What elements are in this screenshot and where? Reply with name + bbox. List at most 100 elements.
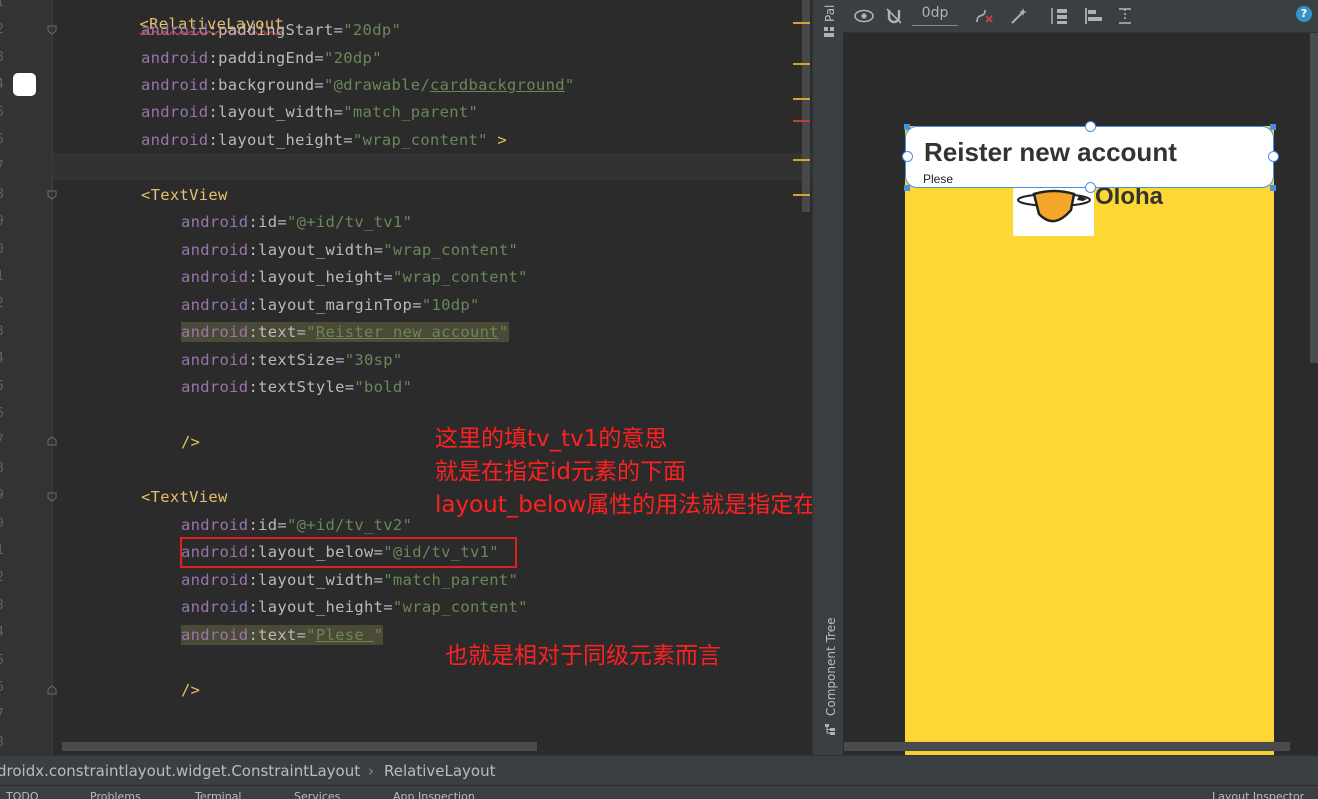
constraint-handle-bottom[interactable] — [1085, 182, 1096, 193]
resize-handle[interactable] — [1270, 124, 1276, 130]
eye-icon[interactable] — [853, 6, 875, 26]
xml-attribute: :paddingEnd — [208, 49, 315, 67]
warning-marker[interactable] — [793, 22, 810, 24]
palette-side-strip: Pal Component Tree — [812, 0, 843, 755]
guidelines-icon[interactable] — [1114, 6, 1136, 26]
magic-wand-icon[interactable] — [1008, 6, 1030, 26]
line-number: 7 — [0, 433, 10, 448]
line-number: 4 — [0, 351, 10, 366]
equals-sign: = — [383, 268, 393, 286]
component-tree-tab[interactable]: Component Tree — [824, 618, 838, 716]
breadcrumb: droidx.constraintlayout.widget.Constrain… — [0, 755, 1318, 786]
annotation-note: layout_below属性的用法就是指定在谁的下面 — [435, 492, 812, 518]
xml-namespace: android — [141, 49, 209, 67]
code-line[interactable]: android:background="@drawable/cardbackgr… — [141, 75, 574, 95]
code-line[interactable]: android:id="@+id/tv_tv2" — [181, 515, 412, 535]
palette-icon[interactable] — [823, 26, 835, 38]
code-line[interactable]: android:textStyle="bold" — [181, 377, 412, 397]
xml-namespace: android — [181, 378, 249, 396]
clear-constraints-icon[interactable] — [973, 6, 995, 26]
code-line[interactable]: android:textSize="30sp" — [181, 350, 403, 370]
code-line[interactable]: android:layout_height="wrap_content" — [181, 267, 528, 287]
breadcrumb-item[interactable]: RelativeLayout — [384, 762, 495, 780]
default-margin-field[interactable]: 0dp — [912, 5, 958, 26]
code-line[interactable]: android:paddingEnd="20dp" — [141, 48, 382, 68]
equals-sign: = — [296, 626, 307, 644]
xml-value: "wrap_content" — [383, 241, 519, 259]
fold-marker-icon[interactable] — [47, 25, 57, 35]
code-line[interactable]: android:layout_width="wrap_content" — [181, 240, 518, 260]
help-icon[interactable]: ? — [1296, 6, 1312, 22]
fold-marker-icon[interactable] — [47, 492, 57, 502]
line-number: 4 — [0, 77, 10, 92]
error-stripe[interactable] — [793, 0, 812, 755]
xml-namespace: android — [181, 571, 249, 589]
palette-tab[interactable]: Pal — [823, 5, 837, 22]
xml-namespace: android — [181, 516, 249, 534]
warning-marker[interactable] — [793, 98, 810, 100]
pack-icon[interactable] — [1047, 6, 1071, 26]
code-line[interactable]: android:layout_marginTop="10dp" — [181, 295, 480, 315]
warning-marker[interactable] — [793, 194, 810, 196]
warning-marker[interactable] — [793, 159, 810, 161]
code-line[interactable]: android:paddingStart="20dp" — [141, 20, 401, 40]
xml-attribute: :background — [208, 76, 315, 94]
magnet-off-icon[interactable] — [884, 6, 904, 26]
code-line[interactable]: <TextView — [141, 185, 228, 205]
xml-attribute: :layout_height — [248, 598, 384, 616]
fold-marker-icon[interactable] — [47, 436, 57, 446]
line-number: 9 — [0, 214, 10, 229]
xml-tag: <TextView — [141, 186, 228, 204]
code-line[interactable]: /> — [181, 680, 200, 700]
line-number: 3 — [0, 50, 10, 65]
xml-value: " — [564, 76, 575, 94]
code-line[interactable]: android:layout_width="match_parent" — [181, 570, 518, 590]
xml-value: "match_parent" — [383, 571, 519, 589]
resize-handle[interactable] — [1270, 185, 1276, 191]
code-line[interactable]: /> — [181, 432, 200, 452]
error-marker[interactable] — [793, 120, 810, 122]
preview-subtitle-text[interactable]: Plese — [923, 172, 953, 186]
xml-namespace: android — [181, 241, 249, 259]
code-editor[interactable]: 1234567890123456789012345678 <RelativeLa… — [0, 0, 812, 755]
line-number: 5 — [0, 379, 10, 394]
warning-marker[interactable] — [793, 63, 810, 65]
app-logo-image[interactable] — [1013, 188, 1094, 236]
code-line[interactable]: android:layout_height="wrap_content" — [181, 597, 528, 617]
xml-value: "20dp" — [343, 21, 402, 39]
code-line[interactable]: android:id="@+id/tv_tv1" — [181, 212, 412, 232]
editor-horizontal-scrollbar[interactable] — [62, 742, 537, 751]
code-line-warning[interactable]: android:text="Reister new account" — [181, 322, 509, 342]
component-tree-icon[interactable] — [824, 723, 836, 735]
code-line[interactable]: android:layout_height="wrap_content" > — [141, 130, 507, 150]
xml-value: "bold" — [354, 378, 413, 396]
fold-marker-icon[interactable] — [47, 685, 57, 695]
xml-namespace: android — [141, 131, 209, 149]
design-vertical-scrollbar[interactable] — [1310, 33, 1318, 363]
breadcrumb-item[interactable]: droidx.constraintlayout.widget.Constrain… — [0, 762, 360, 780]
xml-value: " — [306, 323, 316, 341]
align-icon[interactable] — [1082, 6, 1106, 26]
code-line-warning[interactable]: android:text="Plese " — [181, 625, 384, 645]
planet-logo-icon — [1017, 189, 1091, 223]
constraint-handle-top[interactable] — [1085, 121, 1096, 132]
constraint-handle-left[interactable] — [902, 151, 913, 162]
design-horizontal-scrollbar[interactable] — [844, 742, 1290, 751]
hardcoded-string: Reister new account — [315, 323, 499, 341]
preview-title-text[interactable]: Reister new account — [924, 137, 1177, 168]
constraint-handle-right[interactable] — [1268, 151, 1279, 162]
equals-sign: = — [314, 76, 325, 94]
resize-handle[interactable] — [904, 124, 910, 130]
xml-attribute: :paddingStart — [208, 21, 334, 39]
annotation-note: 这里的填tv_tv1的意思 — [435, 426, 668, 452]
code-line[interactable]: <TextView — [141, 487, 228, 507]
resize-handle[interactable] — [904, 185, 910, 191]
line-number: 5 — [0, 653, 10, 668]
drawable-link[interactable]: cardbackground — [430, 76, 565, 94]
line-number: 8 — [0, 187, 10, 202]
xml-namespace: android — [181, 296, 249, 314]
code-line[interactable]: android:layout_width="match_parent" — [141, 102, 478, 122]
xml-tag: <TextView — [141, 488, 228, 506]
breakpoint-marker-icon[interactable] — [13, 73, 36, 96]
fold-marker-icon[interactable] — [47, 190, 57, 200]
